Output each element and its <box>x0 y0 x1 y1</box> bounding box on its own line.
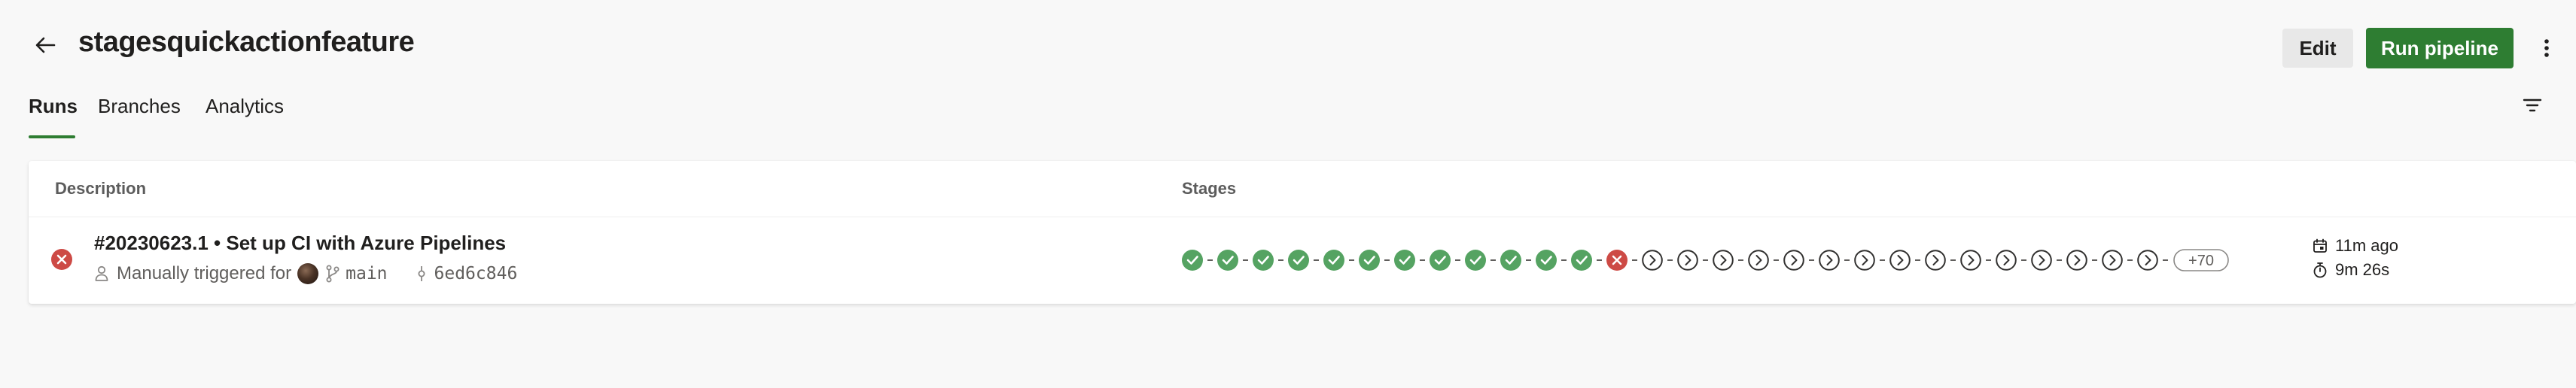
stage-succeeded-icon[interactable] <box>1465 250 1486 271</box>
run-metadata: Manually triggered for main 6ed6c846 <box>94 262 517 286</box>
edit-button[interactable]: Edit <box>2282 29 2353 68</box>
calendar-icon <box>2313 238 2327 253</box>
stage-notstarted-icon[interactable] <box>2031 250 2052 271</box>
stage-notstarted-icon[interactable] <box>1713 250 1734 271</box>
stopwatch-icon <box>2313 262 2327 278</box>
stage-notstarted-icon[interactable] <box>1642 250 1663 271</box>
more-actions-button[interactable] <box>2535 33 2558 63</box>
active-tab-indicator <box>29 135 75 138</box>
tab-analytics[interactable]: Analytics <box>206 89 284 141</box>
more-stages-count: +70 <box>2188 253 2214 269</box>
filter-icon <box>2523 99 2542 112</box>
stage-notstarted-icon[interactable] <box>1960 250 1981 271</box>
arrow-left-icon <box>35 37 56 53</box>
stage-succeeded-icon[interactable] <box>1394 250 1415 271</box>
duration: 9m 26s <box>2335 260 2390 279</box>
stage-succeeded-icon[interactable] <box>1217 250 1238 271</box>
stage-succeeded-icon[interactable] <box>1500 250 1521 271</box>
person-icon <box>95 265 108 281</box>
stage-succeeded-icon[interactable] <box>1359 250 1380 271</box>
run-pipeline-button[interactable]: Run pipeline <box>2366 28 2514 68</box>
stage-notstarted-icon[interactable] <box>1854 250 1875 271</box>
stage-notstarted-icon[interactable] <box>1819 250 1840 271</box>
stages-progress: +70 <box>1182 249 2229 271</box>
stage-succeeded-icon[interactable] <box>1182 250 1203 271</box>
filter-button[interactable] <box>2519 92 2546 119</box>
column-header-stages: Stages <box>1182 179 1237 198</box>
column-header-description: Description <box>55 179 147 198</box>
run-queued-time: 11m ago <box>2313 236 2398 256</box>
page-title: stagesquickactionfeature <box>78 26 415 58</box>
run-duration: 9m 26s <box>2313 260 2389 280</box>
branch-icon <box>326 265 340 283</box>
more-stages-badge[interactable]: +70 <box>2173 249 2229 271</box>
stage-succeeded-icon[interactable] <box>1571 250 1592 271</box>
tab-analytics-label: Analytics <box>206 95 285 117</box>
stage-notstarted-icon[interactable] <box>1677 250 1698 271</box>
commit-icon <box>418 266 425 281</box>
page-header: stagesquickactionfeature Edit Run pipeli… <box>0 0 2576 94</box>
commit-hash[interactable]: 6ed6c846 <box>434 264 518 283</box>
stage-notstarted-icon[interactable] <box>2102 250 2123 271</box>
back-button[interactable] <box>30 30 60 60</box>
stage-notstarted-icon[interactable] <box>1996 250 2017 271</box>
runs-table: Description Stages #20230623.1 • Set up … <box>29 161 2576 304</box>
avatar <box>297 263 319 284</box>
run-title[interactable]: #20230623.1 • Set up CI with Azure Pipel… <box>94 232 506 255</box>
failed-status-icon <box>51 249 72 270</box>
more-vertical-icon <box>2544 39 2549 57</box>
tab-runs[interactable]: Runs <box>29 89 78 141</box>
tab-runs-label: Runs <box>29 95 78 117</box>
trigger-text: Manually triggered for <box>117 263 292 283</box>
stage-succeeded-icon[interactable] <box>1288 250 1309 271</box>
stage-notstarted-icon[interactable] <box>1925 250 1946 271</box>
stage-notstarted-icon[interactable] <box>1889 250 1911 271</box>
tab-branches-label: Branches <box>98 95 181 117</box>
stage-succeeded-icon[interactable] <box>1323 250 1344 271</box>
branch-name[interactable]: main <box>346 264 387 283</box>
time-ago: 11m ago <box>2335 236 2398 255</box>
stage-notstarted-icon[interactable] <box>2066 250 2087 271</box>
stage-notstarted-icon[interactable] <box>2137 250 2158 271</box>
stage-succeeded-icon[interactable] <box>1536 250 1557 271</box>
tab-branches[interactable]: Branches <box>98 89 181 141</box>
stage-succeeded-icon[interactable] <box>1253 250 1274 271</box>
stage-succeeded-icon[interactable] <box>1430 250 1451 271</box>
stage-failed-icon[interactable] <box>1606 250 1628 271</box>
stage-notstarted-icon[interactable] <box>1748 250 1769 271</box>
stage-notstarted-icon[interactable] <box>1783 250 1804 271</box>
